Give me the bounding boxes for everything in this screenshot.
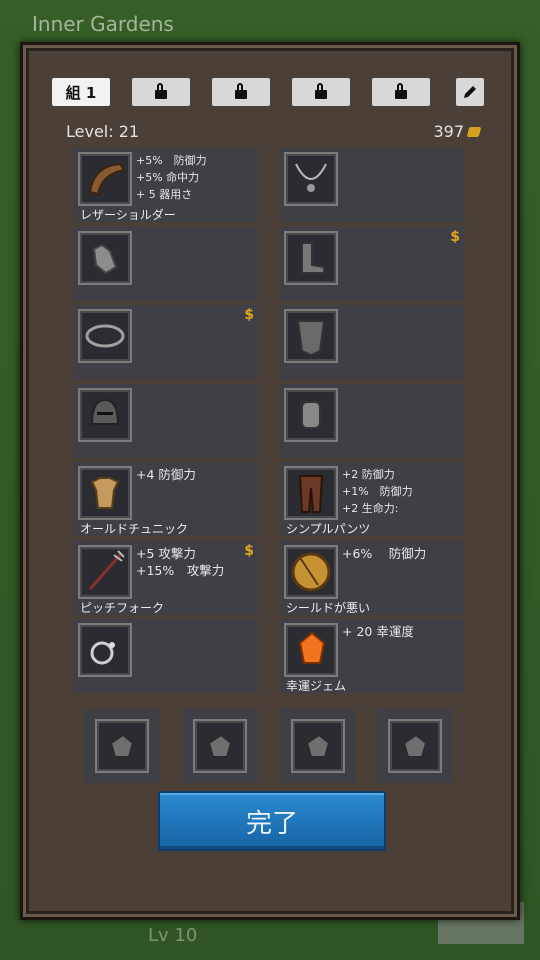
done-button[interactable]: 完了 xyxy=(158,791,386,851)
lock-icon xyxy=(395,83,407,99)
gold-display: 397 xyxy=(433,122,482,141)
empty-gem-icon xyxy=(388,719,442,773)
equipment-slot[interactable] xyxy=(280,384,464,458)
pitchfork-icon xyxy=(78,545,132,599)
edit-set-button[interactable] xyxy=(456,78,484,106)
level-value: 21 xyxy=(118,122,140,141)
lock-icon xyxy=(235,83,247,99)
item-name: シールドが悪い xyxy=(286,601,371,615)
item-name: レザーショルダー xyxy=(80,208,176,222)
bracer-icon xyxy=(284,388,338,442)
item-stats: +6% 防御力 xyxy=(342,546,427,561)
helmet-icon xyxy=(78,388,132,442)
gloves-icon xyxy=(78,231,132,285)
gem-icon xyxy=(284,623,338,677)
tab-set-locked[interactable] xyxy=(132,78,190,106)
equipment-slot[interactable] xyxy=(74,619,258,693)
player-level-label: Lv 10 xyxy=(148,925,198,946)
cape-icon xyxy=(284,309,338,363)
gem-socket[interactable] xyxy=(377,709,453,783)
gem-socket[interactable] xyxy=(84,709,160,783)
shield-icon xyxy=(284,545,338,599)
item-stats: +4 防御力 xyxy=(136,467,196,482)
tab-set-locked[interactable] xyxy=(212,78,270,106)
item-stats: + 20 幸運度 xyxy=(342,624,414,639)
equipment-slot[interactable] xyxy=(280,305,464,379)
ring-icon xyxy=(78,623,132,677)
equipment-slot[interactable]: +2 防御力 +1% 防御力 +2 生命力: シンプルパンツ xyxy=(280,462,464,536)
tunic-icon xyxy=(78,466,132,520)
tab-label: 組 1 xyxy=(65,83,97,102)
gem-socket[interactable] xyxy=(182,709,258,783)
equipment-slot[interactable] xyxy=(74,384,258,458)
gem-socket[interactable] xyxy=(280,709,356,783)
level-label: Level: xyxy=(66,122,114,141)
premium-icon: $ xyxy=(450,229,460,245)
necklace-icon xyxy=(284,152,338,206)
area-title: Inner Gardens xyxy=(32,12,174,36)
tab-set-1[interactable]: 組 1 xyxy=(52,78,110,106)
pencil-icon xyxy=(464,86,476,98)
item-stats: +5% 防御力 +5% 命中力 + 5 器用さ xyxy=(136,154,207,201)
equipment-slot[interactable]: +6% 防御力シールドが悪い xyxy=(280,541,464,615)
item-stats: +2 防御力 +1% 防御力 +2 生命力: xyxy=(342,468,413,515)
item-name: ピッチフォーク xyxy=(80,601,165,615)
empty-gem-icon xyxy=(95,719,149,773)
equipment-slot[interactable]: +5% 防御力 +5% 命中力 + 5 器用さレザーショルダー xyxy=(74,148,258,222)
equipment-slot[interactable] xyxy=(280,148,464,222)
item-name: シンプルパンツ xyxy=(286,522,371,536)
item-name: オールドチュニック xyxy=(80,522,189,536)
equipment-slot[interactable]: +4 防御力オールドチュニック xyxy=(74,462,258,536)
premium-icon: $ xyxy=(244,543,254,559)
empty-gem-icon xyxy=(291,719,345,773)
empty-gem-icon xyxy=(193,719,247,773)
pants-icon xyxy=(284,466,338,520)
shoulder-icon xyxy=(78,152,132,206)
gold-coin-icon xyxy=(466,126,482,137)
equipment-slot[interactable]: + 20 幸運度幸運ジェム xyxy=(280,619,464,693)
belt-icon xyxy=(78,309,132,363)
tab-set-locked[interactable] xyxy=(292,78,350,106)
lock-icon xyxy=(155,83,167,99)
equipment-slot[interactable] xyxy=(74,227,258,301)
gold-amount: 397 xyxy=(433,122,464,141)
item-stats: +5 攻撃力 +15% 攻撃力 xyxy=(136,546,225,578)
premium-icon: $ xyxy=(244,307,254,323)
equipment-slot[interactable]: +5 攻撃力 +15% 攻撃力ピッチフォーク $ xyxy=(74,541,258,615)
equipment-slot[interactable]: $ xyxy=(74,305,258,379)
level-display: Level: 21 xyxy=(66,122,139,141)
boots-icon xyxy=(284,231,338,285)
item-name: 幸運ジェム xyxy=(286,679,347,693)
lock-icon xyxy=(315,83,327,99)
equipment-slot[interactable]: $ xyxy=(280,227,464,301)
tab-set-locked[interactable] xyxy=(372,78,430,106)
